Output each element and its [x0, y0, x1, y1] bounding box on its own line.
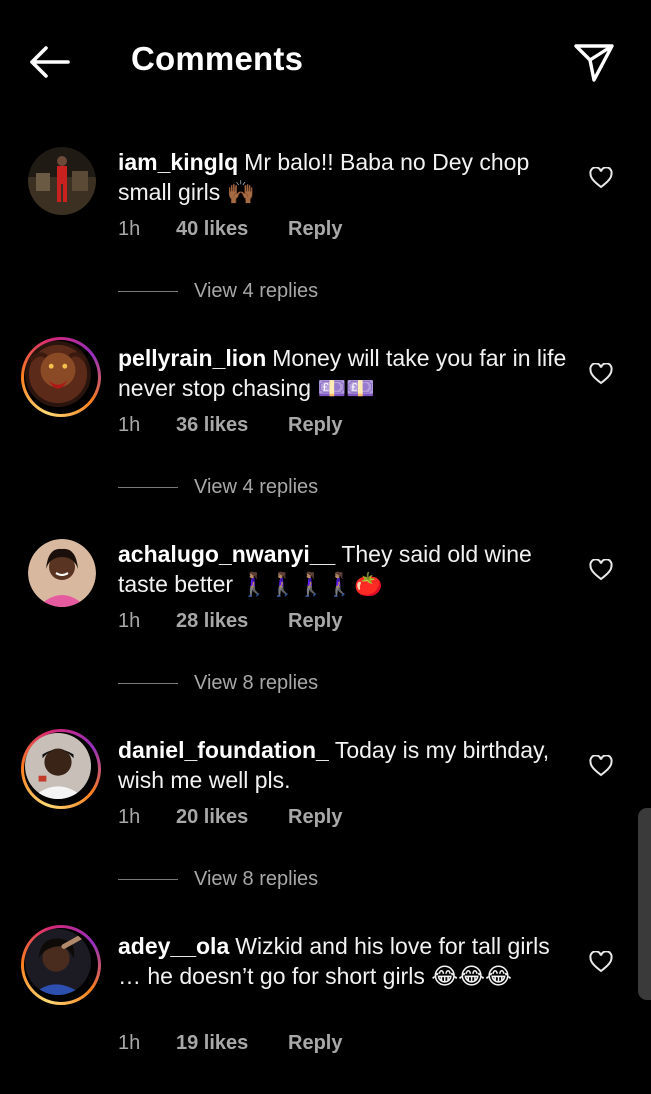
comment-likes[interactable]: 20 likes — [176, 806, 288, 829]
avatar-image — [25, 341, 91, 407]
heart-icon[interactable] — [589, 559, 613, 581]
divider-line — [118, 487, 178, 489]
comment-meta: 1h 20 likes Reply — [118, 806, 342, 829]
comment-text: daniel_foundation_ Today is my birthday, … — [118, 735, 568, 795]
page-title: Comments — [131, 40, 304, 77]
arrow-left-icon — [30, 46, 70, 78]
reply-button[interactable]: Reply — [288, 414, 342, 437]
comment-time: 1h — [118, 218, 141, 240]
avatar-image — [25, 929, 91, 995]
view-replies-label: View 8 replies — [194, 672, 319, 694]
comment-time: 1h — [118, 1032, 141, 1054]
comment-text: achalugo_nwanyi__ They said old wine tast… — [118, 539, 568, 599]
paper-plane-icon — [574, 44, 614, 82]
comment-username[interactable]: daniel_foundation_ — [118, 737, 329, 763]
comment-time: 1h — [118, 806, 141, 828]
avatar-image — [28, 539, 96, 607]
comment-meta: 1h 40 likes Reply — [118, 218, 342, 241]
reply-button[interactable]: Reply — [288, 1032, 342, 1055]
comment-likes[interactable]: 40 likes — [176, 218, 288, 241]
comment-text: adey__ola Wizkid and his love for tall gi… — [118, 931, 568, 991]
view-replies-button[interactable]: View 4 replies — [118, 280, 318, 303]
back-button[interactable] — [26, 40, 74, 84]
view-replies-button[interactable]: View 8 replies — [118, 672, 318, 695]
comment-meta: 1h 36 likes Reply — [118, 414, 342, 437]
view-replies-button[interactable]: View 8 replies — [118, 868, 318, 891]
comment-username[interactable]: pellyrain_lion — [118, 345, 266, 371]
comment-text: iam_kinglq Mr balo!! Baba no Dey chop sma… — [118, 147, 568, 207]
reply-button[interactable]: Reply — [288, 610, 342, 633]
reply-button[interactable]: Reply — [288, 218, 342, 241]
comment-time: 1h — [118, 414, 141, 436]
comment-likes[interactable]: 28 likes — [176, 610, 288, 633]
avatar[interactable] — [28, 539, 96, 607]
heart-icon[interactable] — [589, 363, 613, 385]
comment-meta: 1h 28 likes Reply — [118, 610, 342, 633]
comment-meta: 1h 19 likes Reply — [118, 1032, 342, 1055]
view-replies-label: View 4 replies — [194, 476, 319, 498]
share-button[interactable] — [570, 38, 618, 86]
heart-icon[interactable] — [589, 951, 613, 973]
divider-line — [118, 683, 178, 685]
view-replies-button[interactable]: View 4 replies — [118, 476, 318, 499]
avatar[interactable] — [21, 729, 101, 809]
comment-username[interactable]: iam_kinglq — [118, 149, 238, 175]
avatar[interactable] — [28, 147, 96, 215]
heart-icon[interactable] — [589, 167, 613, 189]
avatar-image — [25, 733, 91, 799]
comment-likes[interactable]: 36 likes — [176, 414, 288, 437]
view-replies-label: View 8 replies — [194, 868, 319, 890]
comment-time: 1h — [118, 610, 141, 632]
comment-text: pellyrain_lion Money will take you far in… — [118, 343, 568, 403]
heart-icon[interactable] — [589, 755, 613, 777]
scroll-handle[interactable] — [638, 808, 651, 1000]
header: Comments — [0, 0, 651, 124]
divider-line — [118, 291, 178, 293]
avatar-image — [28, 147, 96, 215]
avatar[interactable] — [21, 337, 101, 417]
comment-username[interactable]: achalugo_nwanyi__ — [118, 541, 335, 567]
comment-username[interactable]: adey__ola — [118, 933, 229, 959]
comment-likes[interactable]: 19 likes — [176, 1032, 288, 1055]
view-replies-label: View 4 replies — [194, 280, 319, 302]
divider-line — [118, 879, 178, 881]
avatar[interactable] — [21, 925, 101, 1005]
reply-button[interactable]: Reply — [288, 806, 342, 829]
